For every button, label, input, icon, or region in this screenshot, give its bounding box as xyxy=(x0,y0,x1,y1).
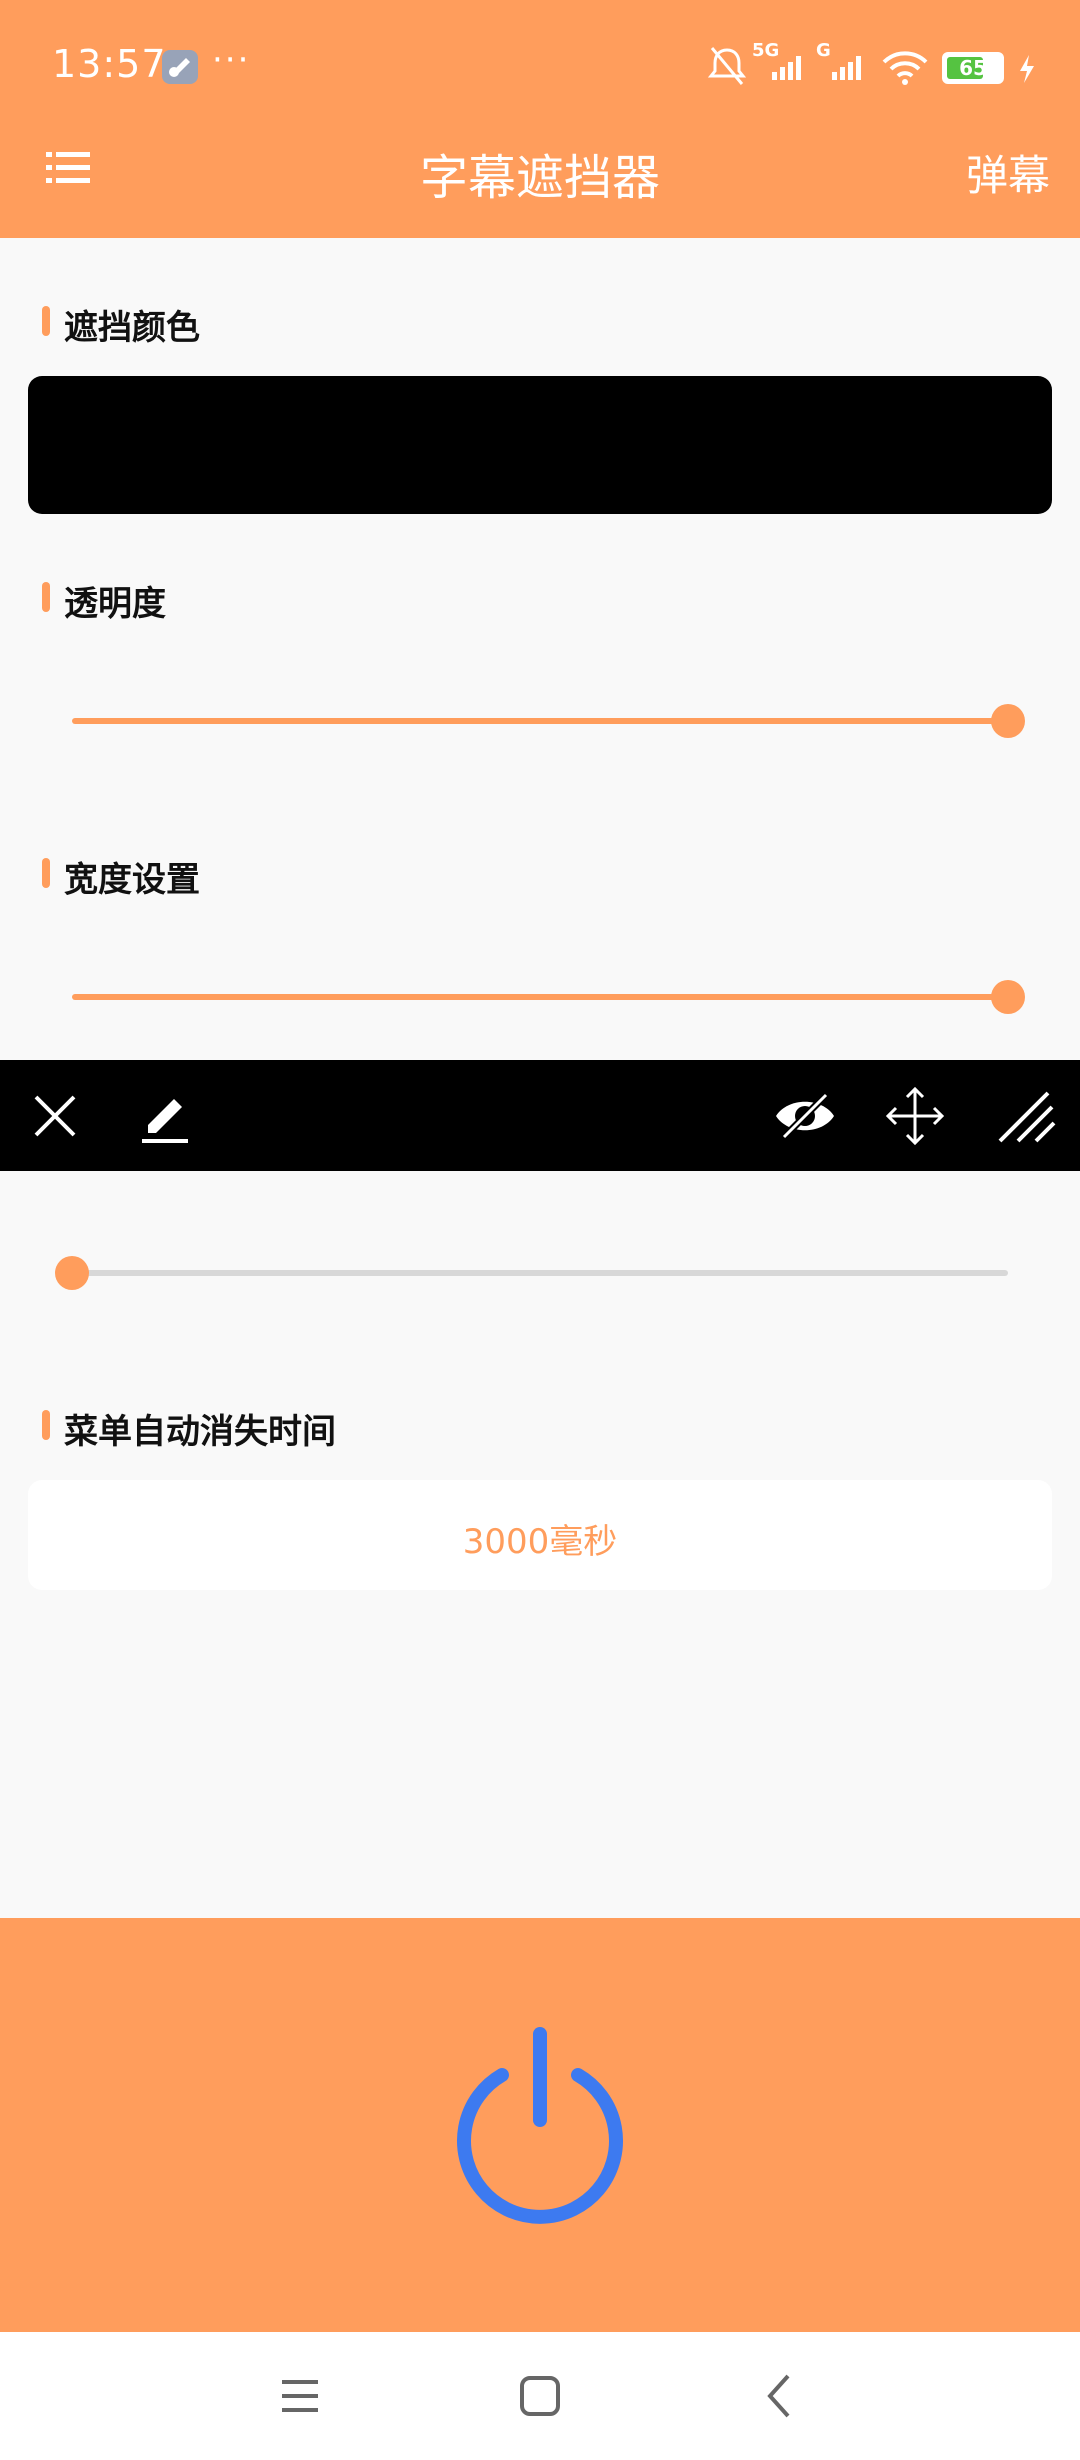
resize-icon[interactable] xyxy=(996,1085,1058,1147)
menu-timeout-title: 菜单自动消失时间 xyxy=(64,1412,336,1452)
width-title: 宽度设置 xyxy=(64,860,200,900)
charging-icon xyxy=(1020,55,1034,83)
back-icon[interactable] xyxy=(750,2366,810,2426)
mask-color-swatch[interactable] xyxy=(28,376,1052,514)
edit-icon[interactable] xyxy=(134,1085,196,1147)
opacity-slider-track[interactable] xyxy=(72,718,1008,724)
battery-icon: 65 xyxy=(942,52,1004,84)
more-notifications-icon: ··· xyxy=(212,40,251,80)
signal-icon-1 xyxy=(772,56,801,80)
eye-slash-icon[interactable] xyxy=(774,1085,836,1147)
status-time: 13:57 xyxy=(52,42,167,86)
position-slider-track[interactable] xyxy=(72,1270,1008,1276)
bell-muted-icon xyxy=(707,47,747,85)
mask-color-title: 遮挡颜色 xyxy=(64,308,200,348)
section-marker xyxy=(42,306,50,336)
power-icon[interactable] xyxy=(447,2020,633,2226)
wrench-icon xyxy=(162,50,198,84)
opacity-title: 透明度 xyxy=(64,584,166,624)
width-slider-track[interactable] xyxy=(72,994,1008,1000)
move-arrows-icon[interactable] xyxy=(884,1085,946,1147)
signal-icon-2 xyxy=(832,56,861,80)
network-label-2: G xyxy=(816,40,831,61)
home-icon[interactable] xyxy=(510,2366,570,2426)
close-icon[interactable] xyxy=(24,1085,86,1147)
danmaku-button[interactable]: 弹幕 xyxy=(966,142,1050,203)
battery-level: 65 xyxy=(959,56,987,80)
section-marker xyxy=(42,1410,50,1440)
section-marker xyxy=(42,858,50,888)
wifi-icon xyxy=(882,51,928,85)
recent-apps-icon[interactable] xyxy=(270,2366,330,2426)
section-marker xyxy=(42,582,50,612)
opacity-slider-thumb[interactable] xyxy=(991,704,1025,738)
width-slider-thumb[interactable] xyxy=(991,980,1025,1014)
position-slider-thumb[interactable] xyxy=(55,1256,89,1290)
menu-timeout-value: 3000毫秒 xyxy=(462,1522,618,1562)
page-title: 字幕遮挡器 xyxy=(419,150,660,206)
